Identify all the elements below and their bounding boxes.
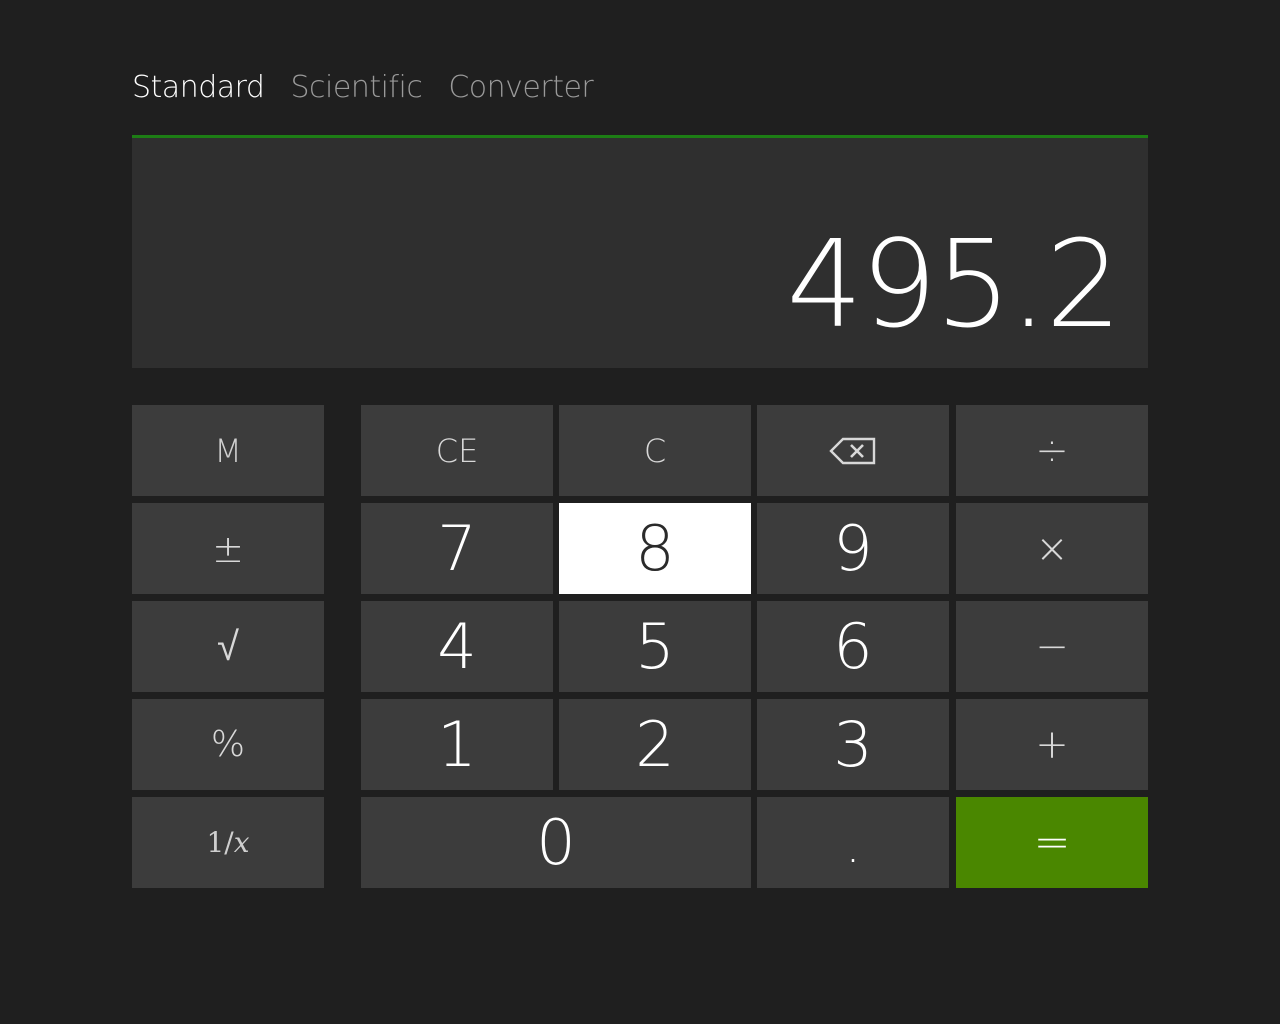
backspace-icon <box>829 437 877 465</box>
display-value: 495.2 <box>786 216 1122 355</box>
add-button[interactable]: + <box>956 699 1148 790</box>
digit-2-button[interactable]: 2 <box>559 699 751 790</box>
digit-3-button[interactable]: 3 <box>757 699 949 790</box>
digit-0-button[interactable]: 0 <box>361 797 751 888</box>
reciprocal-button[interactable]: 1/x <box>132 797 324 888</box>
digit-7-button[interactable]: 7 <box>361 503 553 594</box>
square-root-button[interactable]: √ <box>132 601 324 692</box>
memory-button[interactable]: M <box>132 405 324 496</box>
digit-9-button[interactable]: 9 <box>757 503 949 594</box>
multiply-button[interactable]: × <box>956 503 1148 594</box>
tab-scientific[interactable]: Scientific <box>290 64 422 112</box>
reciprocal-x: x <box>233 826 250 859</box>
tab-standard[interactable]: Standard <box>132 64 265 112</box>
clear-entry-button[interactable]: CE <box>361 405 553 496</box>
tab-converter[interactable]: Converter <box>448 64 593 112</box>
equals-button[interactable]: = <box>956 797 1148 888</box>
clear-button[interactable]: C <box>559 405 751 496</box>
divide-button[interactable]: ÷ <box>956 405 1148 496</box>
reciprocal-label: 1/x <box>206 826 249 859</box>
digit-8-button[interactable]: 8 <box>559 503 751 594</box>
calculator-app: Standard Scientific Converter 495.2 M ± … <box>0 0 1280 1024</box>
digit-6-button[interactable]: 6 <box>757 601 949 692</box>
mode-tabs: Standard Scientific Converter <box>132 64 619 112</box>
percent-button[interactable]: % <box>132 699 324 790</box>
subtract-button[interactable]: − <box>956 601 1148 692</box>
digit-5-button[interactable]: 5 <box>559 601 751 692</box>
digit-4-button[interactable]: 4 <box>361 601 553 692</box>
result-display: 495.2 <box>132 135 1148 368</box>
reciprocal-one: 1/ <box>206 826 234 859</box>
backspace-button[interactable] <box>757 405 949 496</box>
negate-button[interactable]: ± <box>132 503 324 594</box>
decimal-button[interactable]: . <box>757 797 949 888</box>
digit-1-button[interactable]: 1 <box>361 699 553 790</box>
